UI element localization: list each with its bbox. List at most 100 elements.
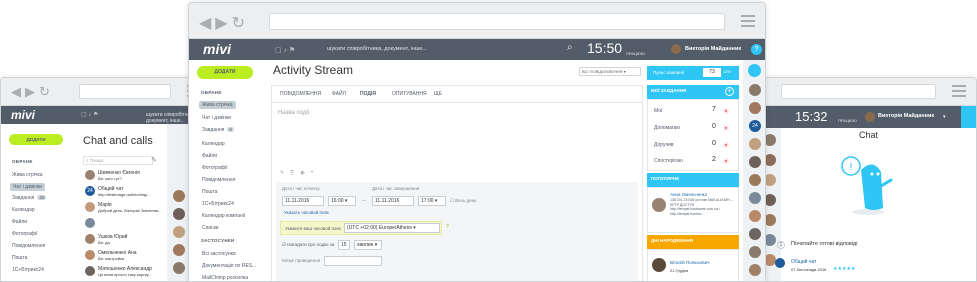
avatar[interactable] <box>749 210 761 222</box>
sidebar-item-photos[interactable]: Фотографії <box>12 231 38 237</box>
sidebar-item-1c[interactable]: 1С+Бітрикс24 <box>202 201 234 207</box>
task-row-label[interactable]: Доручив <box>654 142 674 148</box>
remind-checkbox[interactable]: ☑ Нагадати про подію за <box>282 242 334 248</box>
help-icon[interactable]: ? <box>446 224 449 230</box>
clock[interactable]: 15:50 <box>587 40 622 56</box>
start-date-input[interactable]: 11.11.2016 <box>282 196 324 206</box>
sidebar-item-messages[interactable]: Повідомлення <box>202 177 235 183</box>
sidebar-item-mail[interactable]: Пошта <box>12 255 27 261</box>
sidebar-item-live-feed[interactable]: Жива стрічка <box>12 172 43 178</box>
tasks-add-icon[interactable]: + <box>725 87 734 96</box>
logo[interactable]: mivi <box>203 41 231 57</box>
all-day-checkbox[interactable]: ☐ Весь день <box>450 198 477 204</box>
tab-poll[interactable]: ОПИТУВАННЯ <box>392 91 427 97</box>
logo[interactable]: mivi <box>11 108 35 122</box>
sidebar-item-calendar[interactable]: Календар <box>202 141 225 147</box>
address-bar[interactable] <box>79 84 171 99</box>
sidebar-item-docs[interactable]: Документація по RES... <box>202 263 256 269</box>
chat-mascot-icon: ! <box>841 156 893 215</box>
popular-author[interactable]: Анна Омельченко <box>670 192 707 197</box>
address-bar[interactable] <box>269 13 725 30</box>
sidebar-item-tasks[interactable]: Завдання 6 <box>202 127 234 133</box>
editor-toolbar-icons[interactable]: ✎⎘◉❝ <box>280 170 319 176</box>
chat-link[interactable]: Общий чат <box>791 259 816 265</box>
sidebar-item-files[interactable]: Файли <box>202 153 217 159</box>
popular-widget-header[interactable]: ПОПУЛЯРНЕ <box>647 173 739 187</box>
avatar[interactable] <box>749 84 761 96</box>
user-menu-chevron-icon[interactable]: ▾ <box>943 114 946 120</box>
sidebar-item-chat[interactable]: Чат і дзвінки <box>202 115 231 121</box>
user-name[interactable]: Викторія Майданник <box>685 46 741 52</box>
event-title-input[interactable]: Назва події <box>278 110 309 116</box>
menu-icon[interactable] <box>952 85 966 97</box>
sidebar-item-1c[interactable]: 1С+Бітрикс24 <box>12 267 44 273</box>
user-avatar[interactable] <box>671 44 681 54</box>
chat-toggle-icon[interactable] <box>748 64 761 77</box>
tab-file[interactable]: ФАЙЛ <box>332 91 346 97</box>
feed-filter[interactable]: ВСІ ПОВІДОМЛЕННЯ ▾ <box>579 67 641 76</box>
add-button[interactable]: ДОДАТИ <box>9 134 63 145</box>
add-button[interactable]: ДОДАТИ <box>197 66 253 79</box>
notification-icons[interactable]: ▢ ♪ ⚑ <box>275 46 295 54</box>
timezone-link[interactable]: Указать часовой пояс <box>284 210 329 215</box>
sidebar-item-mail[interactable]: Пошта <box>202 189 217 195</box>
search-icon[interactable]: ⌕ <box>567 42 573 53</box>
avatar[interactable] <box>749 174 761 186</box>
avatar[interactable] <box>749 264 761 276</box>
work-status[interactable]: ПРАЦЮЮ <box>626 51 645 56</box>
pulse-widget[interactable]: Пульс компанії 73 12% <box>647 66 739 80</box>
avatar[interactable] <box>749 192 761 204</box>
sidebar-item-mailchimp[interactable]: MailChimp розсилка <box>202 275 248 281</box>
avatar[interactable] <box>749 246 761 258</box>
avatar[interactable] <box>173 226 185 238</box>
start-time-input[interactable]: 16:00 ▾ <box>328 196 356 206</box>
sidebar-item-chat[interactable]: Чат і дзвінки <box>10 183 45 191</box>
remind-unit-select[interactable]: хвилин ▾ <box>354 240 382 250</box>
birthdays-widget-header[interactable]: ДНІ НАРОДЖЕННЯ <box>647 235 739 249</box>
address-bar[interactable] <box>781 84 936 99</box>
menu-icon[interactable] <box>741 15 755 27</box>
tab-event[interactable]: ПОДІЯ <box>360 91 376 97</box>
place-input[interactable] <box>324 256 382 266</box>
topbar-search[interactable]: шукати співробітника, документ, інше... <box>327 46 427 52</box>
avatar[interactable] <box>749 228 761 240</box>
remind-value-input[interactable]: 15 <box>338 240 350 250</box>
end-time-input[interactable]: 17:00 ▾ <box>418 196 446 206</box>
work-status[interactable]: ПРАЦЮЮ <box>838 118 857 123</box>
user-avatar[interactable] <box>865 112 875 122</box>
avatar[interactable] <box>749 156 761 168</box>
sidebar-item-files[interactable]: Файли <box>12 219 27 225</box>
back-forward-icon[interactable]: ◀▶↻ <box>11 85 54 100</box>
sidebar-item-all-apps[interactable]: Всі застосунки <box>202 251 236 257</box>
help-button[interactable]: ? <box>751 44 762 55</box>
badge-24-avatar[interactable]: 24 <box>749 120 761 132</box>
task-row-label[interactable]: Допомагаю <box>654 125 680 131</box>
tab-message[interactable]: ПОВІДОМЛЕННЯ <box>280 91 321 97</box>
clock[interactable]: 15:32 <box>795 109 828 124</box>
birthday-name[interactable]: Віталій Полюхович <box>670 260 709 265</box>
avatar[interactable] <box>749 102 761 114</box>
sidebar-item-company-calendar[interactable]: Календар компанії <box>202 213 245 219</box>
timezone-select[interactable]: (UTC +02:00) Europe/Athens ▾ <box>344 223 440 233</box>
avatar[interactable] <box>173 208 185 220</box>
sidebar-item-lists[interactable]: Списки <box>202 225 219 231</box>
chat-search-input[interactable]: ⌕ Пошук <box>83 156 153 165</box>
back-forward-icon[interactable]: ◀▶↻ <box>199 13 249 32</box>
tab-more[interactable]: ЩЕ <box>434 91 442 97</box>
sidebar-item-live-feed[interactable]: Жива стрічка <box>199 101 236 109</box>
avatar[interactable] <box>749 138 761 150</box>
sidebar-item-photos[interactable]: Фотографії <box>202 165 228 171</box>
sidebar-item-tasks[interactable]: Завдання 26 <box>12 195 47 201</box>
user-name[interactable]: Викторія Майданник <box>878 113 934 119</box>
avatar[interactable] <box>173 190 185 202</box>
end-date-input[interactable]: 11.11.2016 <box>372 196 414 206</box>
task-row-label[interactable]: Мої <box>654 108 662 114</box>
notification-icons[interactable]: ▢ ♪ ⚑ <box>81 111 98 118</box>
hint-title[interactable]: Почитайте готові відповіді <box>791 241 857 247</box>
new-chat-icon[interactable]: ✎ <box>151 156 157 164</box>
avatar[interactable] <box>173 244 185 256</box>
task-row-label[interactable]: Спостерігаю <box>654 158 683 164</box>
avatar[interactable] <box>173 262 185 274</box>
sidebar-item-messages[interactable]: Повідомлення <box>12 243 45 249</box>
sidebar-item-calendar[interactable]: Календар <box>12 207 35 213</box>
